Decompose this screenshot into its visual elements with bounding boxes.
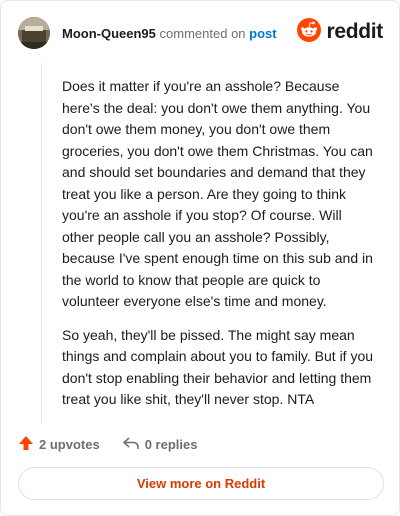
comment-actions: 2 upvotes 0 replies — [18, 433, 197, 455]
comment-paragraph: So yeah, they'll be pissed. The might sa… — [62, 326, 374, 408]
post-link[interactable]: post — [249, 26, 276, 41]
reply-arrow-icon — [122, 435, 145, 454]
upvote-arrow-icon — [18, 435, 39, 454]
comment-body: Does it matter if you're an asshole? Bec… — [62, 76, 377, 423]
reddit-brand[interactable]: reddit — [297, 17, 383, 47]
reddit-wordmark: reddit — [326, 20, 383, 43]
avatar[interactable] — [18, 17, 50, 49]
byline-verb: commented on — [159, 26, 246, 41]
upvote-button[interactable]: 2 upvotes — [18, 435, 100, 454]
comment-embed-card: Moon-Queen95 commented on post reddit Do… — [0, 0, 400, 516]
thread-line — [41, 63, 42, 423]
author-name[interactable]: Moon-Queen95 — [62, 26, 156, 41]
view-more-button[interactable]: View more on Reddit — [18, 467, 384, 500]
reddit-logo-icon — [297, 17, 322, 47]
reply-count: 0 replies — [144, 436, 198, 452]
byline: Moon-Queen95 commented on post — [62, 26, 277, 41]
reply-button[interactable]: 0 replies — [122, 435, 198, 454]
comment-paragraph: Does it matter if you're an asshole? Bec… — [62, 78, 373, 309]
upvote-count: 2 upvotes — [39, 436, 100, 452]
comment-header: Moon-Queen95 commented on post reddit — [18, 17, 383, 51]
